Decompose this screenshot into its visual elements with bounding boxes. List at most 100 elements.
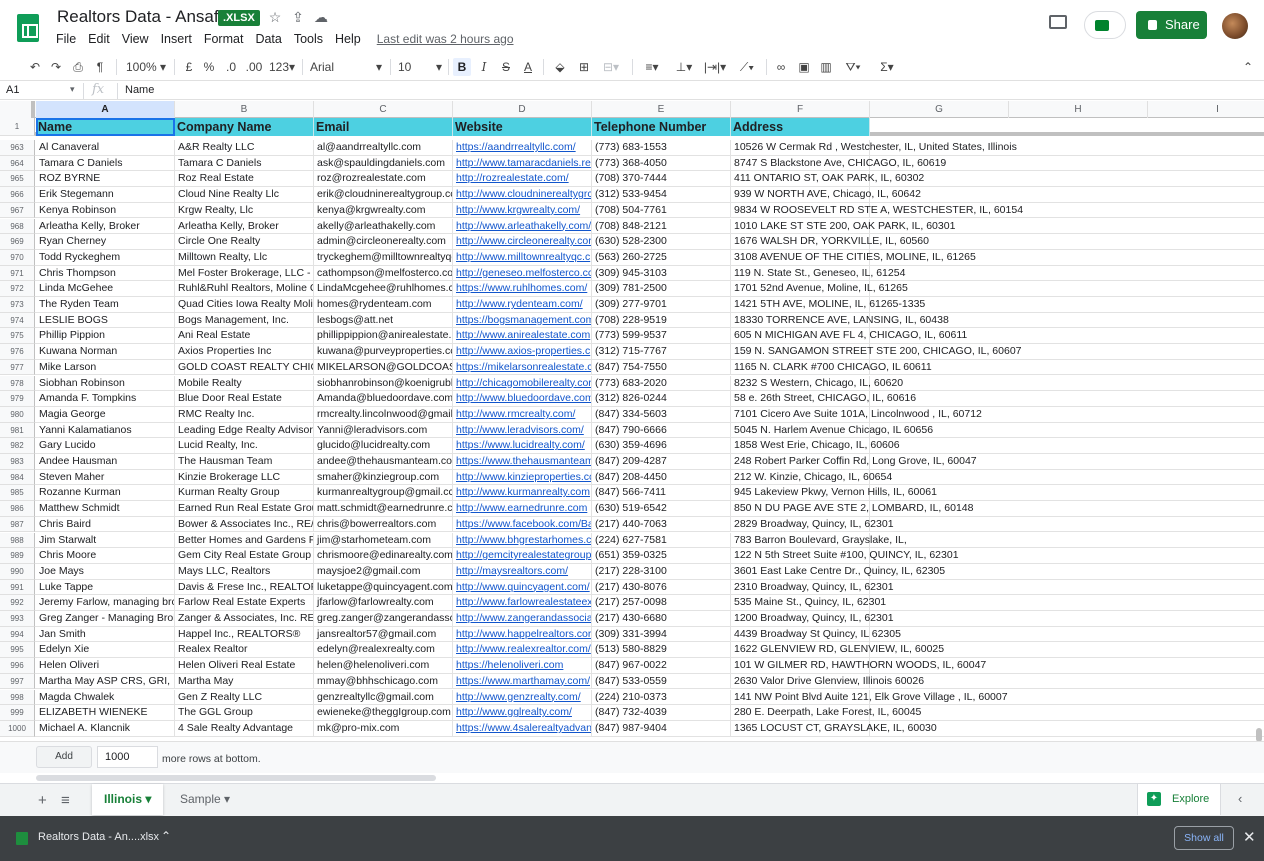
cell-address[interactable]: 535 Maine St., Quincy, IL, 62301 xyxy=(731,595,886,611)
row-number[interactable]: 975 xyxy=(0,328,35,345)
cell-email[interactable]: kuwana@purveyproperties.cc xyxy=(314,344,453,360)
header-cell-name[interactable]: Name xyxy=(36,118,175,136)
cell-website[interactable]: http://www.happelrealtors.cor xyxy=(453,626,592,643)
cell-name[interactable]: Jeremy Farlow, managing brc xyxy=(36,595,175,611)
cell-email[interactable]: admin@circleonerealty.com xyxy=(314,234,453,250)
row-number[interactable]: 986 xyxy=(0,501,35,517)
cell-email[interactable]: helen@helenoliveri.com xyxy=(314,658,453,674)
row-number[interactable]: 985 xyxy=(0,485,35,502)
cell-website[interactable]: http://geneseo.melfosterco.cc xyxy=(453,265,592,282)
download-filename[interactable]: Realtors Data - An....xlsx xyxy=(38,831,159,843)
zoom-select[interactable]: 100% ▾ xyxy=(124,58,168,76)
document-title[interactable]: Realtors Data - Ansaf P. xyxy=(57,7,237,27)
sheet-tab-illinois[interactable]: Illinois ▾ xyxy=(92,784,164,815)
cell-name[interactable]: Chris Moore xyxy=(36,548,175,564)
cell-company[interactable]: Bower & Associates Inc., RE/ xyxy=(175,516,314,533)
cell-telephone[interactable]: (563) 260-2725 xyxy=(592,249,731,266)
cell-address[interactable]: 2630 Valor Drive Glenview, Illinois 6002… xyxy=(731,673,924,690)
row-number[interactable]: 994 xyxy=(0,626,35,643)
cell-company[interactable]: Mays LLC, Realtors xyxy=(175,563,314,580)
cell-email[interactable]: mk@pro-mix.com xyxy=(314,720,453,737)
row-number[interactable]: 979 xyxy=(0,391,35,407)
meet-button[interactable] xyxy=(1084,11,1126,39)
cell-name[interactable]: Jim Starwalt xyxy=(36,532,175,549)
horizontal-align-icon[interactable]: ≡▾ xyxy=(640,58,664,76)
cell-telephone[interactable]: (847) 790-6666 xyxy=(592,422,731,439)
cell-address[interactable]: 8232 S Western, Chicago, IL, 60620 xyxy=(731,375,903,392)
cell-company[interactable]: Bogs Management, Inc. xyxy=(175,312,314,329)
cell-website[interactable]: https://mikelarsonrealestate.c xyxy=(453,359,592,376)
cell-telephone[interactable]: (708) 504-7761 xyxy=(592,202,731,219)
cell-website[interactable]: http://chicagomobilerealty.cor xyxy=(453,375,592,392)
cell-name[interactable]: Amanda F. Tompkins xyxy=(36,391,175,407)
cell-telephone[interactable]: (630) 359-4696 xyxy=(592,438,731,454)
cell-website[interactable]: http://www.cloudninerealtygrc xyxy=(453,187,592,203)
cell-telephone[interactable]: (224) 210-0373 xyxy=(592,689,731,706)
cell-company[interactable]: Ruhl&Ruhl Realtors, Moline C xyxy=(175,281,314,297)
cell-address[interactable]: 4439 Broadway St Quincy, IL 62305 xyxy=(731,626,901,643)
row-number[interactable]: 974 xyxy=(0,312,35,329)
cell-address[interactable]: 1200 Broadway, Quincy, IL, 62301 xyxy=(731,611,894,627)
sheets-logo-icon[interactable] xyxy=(17,14,39,42)
column-header-e[interactable]: E xyxy=(592,101,731,118)
collapse-menus-icon[interactable]: ⌃ xyxy=(1240,58,1256,76)
cell-website[interactable]: http://www.genzrealty.com/ xyxy=(453,689,592,706)
cell-company[interactable]: Quad Cities Iowa Realty Moli xyxy=(175,297,314,313)
cell-telephone[interactable]: (630) 528-2300 xyxy=(592,234,731,250)
cell-company[interactable]: A&R Realty LLC xyxy=(175,140,314,156)
menu-help[interactable]: Help xyxy=(329,32,367,46)
vertical-scrollbar[interactable] xyxy=(1256,728,1262,742)
cell-company[interactable]: Mel Foster Brokerage, LLC - xyxy=(175,265,314,282)
cell-website[interactable]: http://www.krgwrealty.com/ xyxy=(453,202,592,219)
currency-button[interactable]: £ xyxy=(182,58,196,76)
menu-format[interactable]: Format xyxy=(198,32,250,46)
cell-company[interactable]: Leading Edge Realty Advisor xyxy=(175,422,314,439)
row-number[interactable]: 997 xyxy=(0,673,35,690)
cell-website[interactable]: http://www.farlowrealestateex xyxy=(453,595,592,611)
insert-link-icon[interactable]: ∞ xyxy=(772,58,790,76)
percent-button[interactable]: % xyxy=(202,58,216,76)
cell-company[interactable]: Gen Z Realty LLC xyxy=(175,689,314,706)
cell-name[interactable]: Andee Hausman xyxy=(36,454,175,470)
cell-company[interactable]: The GGL Group xyxy=(175,705,314,721)
row-number[interactable]: 987 xyxy=(0,516,35,533)
italic-button[interactable]: I xyxy=(476,58,492,76)
row-number[interactable]: 965 xyxy=(0,171,35,188)
increase-decimal-button[interactable]: .00 xyxy=(243,58,265,76)
row-number[interactable]: 969 xyxy=(0,234,35,250)
filter-icon[interactable]: ⛛▾ xyxy=(840,58,866,76)
cell-name[interactable]: Al Canaveral xyxy=(36,140,175,156)
cell-company[interactable]: Circle One Realty xyxy=(175,234,314,250)
cell-name[interactable]: Tamara C Daniels xyxy=(36,155,175,172)
cell-website[interactable]: http://www.kinzieproperties.cc xyxy=(453,469,592,486)
cell-telephone[interactable]: (847) 732-4039 xyxy=(592,705,731,721)
cell-address[interactable]: 10526 W Cermak Rd , Westchester, IL, Uni… xyxy=(731,140,1017,156)
chevron-up-icon[interactable]: ⌃ xyxy=(161,829,171,843)
row-number[interactable]: 973 xyxy=(0,297,35,313)
font-select[interactable]: Arial ▾ xyxy=(310,58,384,76)
bold-button[interactable]: B xyxy=(453,58,471,76)
cell-telephone[interactable]: (847) 566-7411 xyxy=(592,485,731,502)
cell-address[interactable]: 8747 S Blackstone Ave, CHICAGO, IL, 6061… xyxy=(731,155,946,172)
insert-chart-icon[interactable]: ▥ xyxy=(818,58,834,76)
row-number[interactable]: 1000 xyxy=(0,720,35,737)
row-number[interactable]: 967 xyxy=(0,202,35,219)
vertical-align-icon[interactable]: ⊥▾ xyxy=(672,58,696,76)
cell-website[interactable]: http://www.tamaracdaniels.re xyxy=(453,155,592,172)
strikethrough-button[interactable]: S xyxy=(498,58,514,76)
comment-history-icon[interactable] xyxy=(1049,15,1067,29)
row-number[interactable]: 1 xyxy=(0,118,35,136)
star-icon[interactable]: ☆ xyxy=(266,8,284,26)
cell-address[interactable]: 850 N DU PAGE AVE STE 2, LOMBARD, IL, 60… xyxy=(731,501,973,517)
cell-email[interactable]: chris@bowerrealtors.com xyxy=(314,516,453,533)
cell-email[interactable]: jfarlow@farlowrealty.com xyxy=(314,595,453,611)
cell-name[interactable]: Yanni Kalamatianos xyxy=(36,422,175,439)
text-color-button[interactable]: A xyxy=(520,58,536,76)
cell-name[interactable]: The Ryden Team xyxy=(36,297,175,313)
cell-website[interactable]: http://www.rydenteam.com/ xyxy=(453,297,592,313)
cell-telephone[interactable]: (847) 334-5603 xyxy=(592,406,731,423)
cell-company[interactable]: Better Homes and Gardens F xyxy=(175,532,314,549)
cell-address[interactable]: 212 W. Kinzie, Chicago, IL, 60654 xyxy=(731,469,892,486)
cell-telephone[interactable]: (773) 368-4050 xyxy=(592,155,731,172)
cell-company[interactable]: Kurman Realty Group xyxy=(175,485,314,502)
